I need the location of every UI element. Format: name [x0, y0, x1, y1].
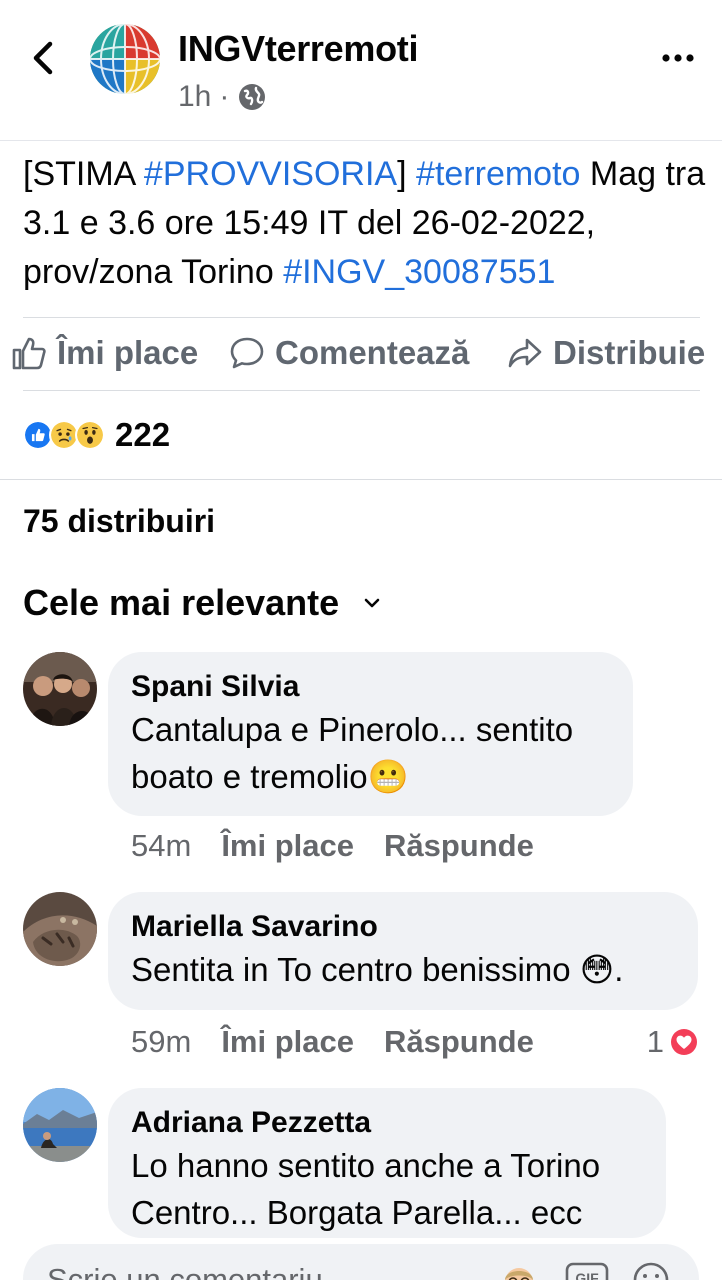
- comment-button[interactable]: Comentează: [229, 334, 469, 372]
- emoji-icon[interactable]: [631, 1260, 671, 1280]
- page-name[interactable]: INGVterremoti: [178, 28, 418, 70]
- chevron-down-icon: [364, 598, 380, 608]
- globe-icon: [239, 84, 266, 110]
- divider: [23, 317, 700, 318]
- wow-reaction-icon: [75, 420, 105, 450]
- commenter-name[interactable]: Mariella Savarino: [131, 908, 674, 946]
- like-label: Îmi place: [57, 334, 199, 371]
- ingv-logo-icon: [89, 23, 161, 95]
- avatar-photo: [23, 892, 97, 966]
- comment-label: Comentează: [275, 334, 470, 371]
- comment-actions: 54m Îmi place Răspunde: [131, 828, 534, 864]
- commenter-avatar[interactable]: [23, 892, 97, 966]
- avatar-photo: [23, 1088, 97, 1162]
- post-text-segment: ]: [397, 155, 417, 193]
- sort-label: Cele mai relevante: [23, 582, 340, 623]
- hashtag-link[interactable]: #PROVVISORIA: [144, 155, 397, 193]
- comment-reaction-count: 1: [646, 1024, 664, 1059]
- comment-text: Sentita in To centro benissimo 😳.: [131, 951, 624, 988]
- comment-bubble[interactable]: Spani Silvia Cantalupa e Pinerolo... sen…: [108, 652, 633, 816]
- comment-text: Cantalupa e Pinerolo... sentito boato e …: [131, 711, 574, 795]
- post-time[interactable]: 1h: [178, 80, 211, 114]
- comment-like-button[interactable]: Îmi place: [221, 828, 354, 864]
- gif-icon[interactable]: GIF: [565, 1260, 609, 1280]
- header-divider: [0, 140, 722, 141]
- section-divider: [0, 479, 722, 480]
- share-button[interactable]: Distribuie: [507, 334, 705, 372]
- avatar-sticker-icon[interactable]: [499, 1260, 539, 1280]
- like-button[interactable]: Îmi place: [11, 334, 198, 372]
- hashtag-link[interactable]: #terremoto: [416, 155, 580, 193]
- svg-text:GIF: GIF: [575, 1270, 599, 1280]
- back-arrow-icon[interactable]: [30, 40, 58, 76]
- post-actions: Îmi place Comentează Distribuie: [0, 322, 722, 390]
- post-text-segment: [STIMA: [23, 155, 144, 193]
- commenter-name[interactable]: Spani Silvia: [131, 668, 609, 706]
- avatar-photo: [23, 652, 97, 726]
- comment-like-button[interactable]: Îmi place: [221, 1024, 354, 1060]
- thumbs-up-icon: [12, 337, 46, 370]
- comment-sort-selector[interactable]: Cele mai relevante: [23, 582, 381, 624]
- comment-text: Lo hanno sentito anche a Torino Centro..…: [131, 1147, 601, 1231]
- comment-bubble[interactable]: Mariella Savarino Sentita in To centro b…: [108, 892, 698, 1010]
- commenter-name[interactable]: Adriana Pezzetta: [131, 1104, 642, 1142]
- post-meta: 1h ·: [178, 80, 267, 114]
- comment-icon: [230, 337, 264, 369]
- post-header: INGVterremoti 1h ·: [0, 0, 722, 140]
- commenter-avatar[interactable]: [23, 1088, 97, 1162]
- more-options-icon[interactable]: [660, 40, 696, 76]
- reactions-summary[interactable]: 222: [23, 412, 170, 458]
- commenter-avatar[interactable]: [23, 652, 97, 726]
- comment-bubble[interactable]: Adriana Pezzetta Lo hanno sentito anche …: [108, 1088, 666, 1238]
- heart-reaction-icon: [669, 1027, 699, 1057]
- reaction-count: 222: [115, 416, 171, 453]
- comment-input-placeholder: Scrie un comentariu...: [47, 1262, 349, 1280]
- comment-reply-button[interactable]: Răspunde: [384, 1024, 534, 1060]
- comment-actions: 59m Îmi place Răspunde: [131, 1024, 534, 1060]
- comment-reply-button[interactable]: Răspunde: [384, 828, 534, 864]
- comment-composer[interactable]: Scrie un comentariu... GIF: [23, 1244, 699, 1280]
- share-label: Distribuie: [553, 334, 706, 371]
- hashtag-link[interactable]: #INGV_30087551: [283, 253, 555, 291]
- comment-time[interactable]: 59m: [131, 1024, 191, 1060]
- meta-separator: ·: [219, 80, 230, 113]
- comment-time[interactable]: 54m: [131, 828, 191, 864]
- comment-reactions[interactable]: 1: [647, 1024, 700, 1060]
- shares-count[interactable]: 75 distribuiri: [23, 503, 215, 540]
- post-text: [STIMA #PROVVISORIA] #terremoto Mag tra …: [23, 150, 713, 297]
- page-avatar[interactable]: [88, 22, 162, 96]
- divider: [23, 390, 700, 391]
- share-arrow-icon: [508, 338, 542, 368]
